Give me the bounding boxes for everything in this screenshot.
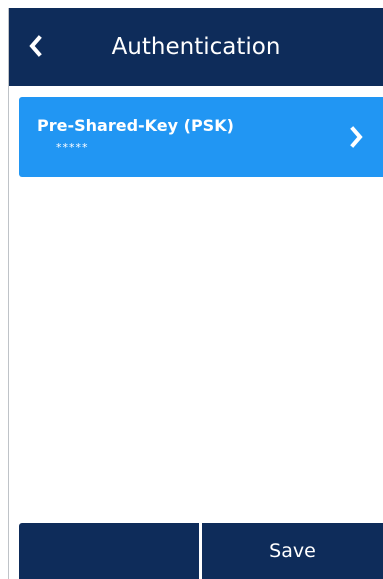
chevron-left-icon (28, 35, 42, 61)
frame-top (0, 0, 383, 8)
page-title: Authentication (111, 34, 281, 60)
masked-key-value: ***** (56, 141, 89, 154)
frame-left (0, 0, 8, 579)
footer-left-button[interactable] (19, 523, 199, 579)
back-button[interactable] (15, 28, 55, 68)
chevron-right-icon (347, 125, 367, 149)
save-button[interactable]: Save (202, 523, 383, 579)
auth-method-label: Pre-Shared-Key (PSK) (37, 116, 234, 135)
footer-bar: Save (19, 523, 383, 579)
psk-auth-item[interactable]: Pre-Shared-Key (PSK) ***** (19, 97, 383, 177)
app-header: Authentication (9, 8, 383, 86)
frame-border (8, 8, 9, 579)
